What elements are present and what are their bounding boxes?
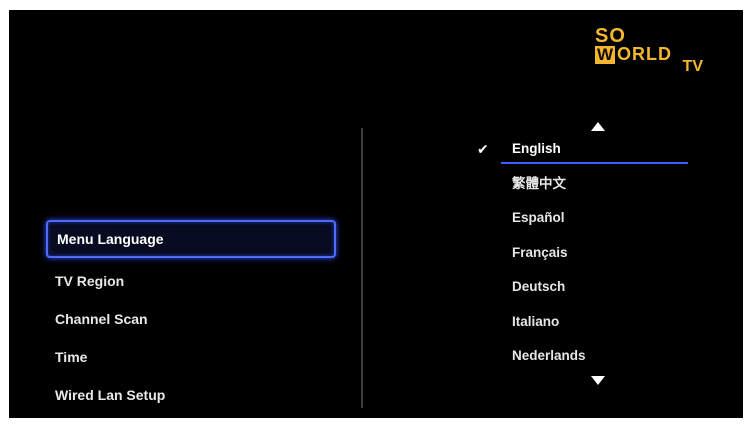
language-label: Deutsch: [512, 279, 566, 294]
menu-item-channel-scan[interactable]: Channel Scan: [46, 300, 336, 338]
menu-item-label: Wired Lan Setup: [55, 387, 166, 403]
menu-item-time[interactable]: Time: [46, 338, 336, 376]
language-label: English: [512, 141, 561, 156]
language-list: ✔ English 繁體中文 Español Français Deutsch …: [469, 132, 699, 374]
language-option-nederlands[interactable]: Nederlands: [469, 339, 699, 374]
menu-item-label: TV Region: [55, 273, 125, 289]
language-option-italiano[interactable]: Italiano: [469, 305, 699, 340]
menu-item-tv-region[interactable]: TV Region: [46, 262, 336, 300]
language-label: Español: [512, 210, 565, 225]
soworld-tv-logo: SO W ORLD TV: [595, 25, 703, 75]
menu-item-menu-language[interactable]: Menu Language: [46, 220, 336, 258]
settings-menu: Menu Language TV Region Channel Scan Tim…: [46, 220, 336, 414]
menu-item-label: Channel Scan: [55, 311, 148, 327]
tv-screen: SO W ORLD TV Menu Language TV Region Cha…: [9, 10, 743, 418]
menu-item-label: Menu Language: [57, 231, 164, 247]
triangle-down-icon[interactable]: [591, 376, 605, 385]
language-option-espanol[interactable]: Español: [469, 201, 699, 236]
language-label: Nederlands: [512, 348, 586, 363]
language-option-francais[interactable]: Français: [469, 236, 699, 271]
language-option-traditional-chinese[interactable]: 繁體中文: [469, 167, 699, 202]
language-label: Français: [512, 244, 568, 260]
triangle-up-icon[interactable]: [591, 122, 605, 131]
menu-item-wired-lan-setup[interactable]: Wired Lan Setup: [46, 376, 336, 414]
check-icon: ✔: [477, 141, 489, 157]
panel-divider: [361, 128, 363, 408]
logo-w-box: W: [595, 45, 615, 64]
language-label: Italiano: [512, 313, 560, 329]
language-option-deutsch[interactable]: Deutsch: [469, 270, 699, 305]
language-label: 繁體中文: [512, 175, 566, 191]
menu-item-label: Time: [55, 349, 88, 365]
logo-line3: TV: [682, 58, 703, 75]
logo-line2: ORLD: [617, 44, 672, 64]
language-option-english[interactable]: ✔ English: [469, 132, 699, 167]
